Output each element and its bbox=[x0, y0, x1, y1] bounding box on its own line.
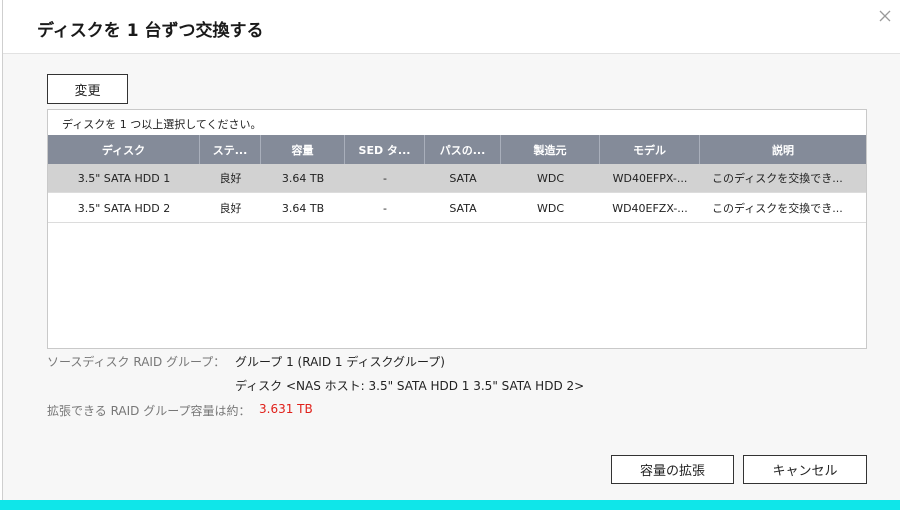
close-icon[interactable] bbox=[877, 8, 893, 24]
column-header-sed-type[interactable]: SED タ... bbox=[345, 135, 425, 164]
column-header-disk[interactable]: ディスク bbox=[48, 135, 200, 164]
cell-sed-type: - bbox=[383, 171, 387, 185]
cell-status: 良好 bbox=[219, 172, 242, 185]
selection-hint: ディスクを 1 つ以上選択してください。 bbox=[62, 118, 262, 131]
table-row[interactable]: 3.5" SATA HDD 2 良好 3.64 TB - SATA WDC WD… bbox=[48, 194, 866, 223]
cell-status: 良好 bbox=[219, 202, 242, 215]
cell-description: このディスクを交換でき... bbox=[712, 202, 843, 215]
expand-capacity-button[interactable]: 容量の拡張 bbox=[611, 455, 734, 484]
cell-sed-type: - bbox=[383, 201, 387, 215]
cell-model: WD40EFPX-... bbox=[612, 171, 688, 185]
cancel-button[interactable]: キャンセル bbox=[743, 455, 867, 484]
column-header-capacity[interactable]: 容量 bbox=[261, 135, 345, 164]
dialog-title: ディスクを 1 台ずつ交換する bbox=[37, 21, 264, 41]
dialog-header: ディスクを 1 台ずつ交換する bbox=[3, 0, 900, 54]
cell-description: このディスクを交換でき... bbox=[712, 172, 843, 185]
cell-bus: SATA bbox=[449, 201, 477, 215]
cell-capacity: 3.64 TB bbox=[281, 201, 325, 215]
replace-disk-dialog: ディスクを 1 台ずつ交換する 変更 ディスクを 1 つ以上選択してください。 … bbox=[2, 0, 900, 500]
column-header-vendor[interactable]: 製造元 bbox=[501, 135, 600, 164]
change-button[interactable]: 変更 bbox=[47, 74, 128, 104]
column-header-description[interactable]: 説明 bbox=[700, 135, 866, 164]
cell-model: WD40EFZX-... bbox=[612, 201, 688, 215]
cell-disk: 3.5" SATA HDD 2 bbox=[77, 201, 171, 215]
cell-bus: SATA bbox=[449, 171, 477, 185]
table-row[interactable]: 3.5" SATA HDD 1 良好 3.64 TB - SATA WDC WD… bbox=[48, 164, 866, 193]
disk-selection-panel: ディスクを 1 つ以上選択してください。 ディスク ステ... 容量 SED タ… bbox=[47, 109, 867, 349]
source-raid-value: グループ 1 (RAID 1 ディスクグループ) bbox=[235, 355, 445, 369]
table-header: ディスク ステ... 容量 SED タ... パスの... 製造元 モデル 説明 bbox=[48, 135, 866, 164]
cell-disk: 3.5" SATA HDD 1 bbox=[77, 171, 171, 185]
capacity-value: 3.631 TB bbox=[259, 402, 313, 416]
column-header-bus[interactable]: パスの... bbox=[425, 135, 501, 164]
bottom-accent-bar bbox=[0, 500, 900, 510]
cell-capacity: 3.64 TB bbox=[281, 171, 325, 185]
column-header-status[interactable]: ステ... bbox=[200, 135, 261, 164]
source-disks-value: ディスク <NAS ホスト: 3.5" SATA HDD 1 3.5" SATA… bbox=[235, 379, 585, 393]
cell-vendor: WDC bbox=[536, 201, 565, 215]
cell-vendor: WDC bbox=[536, 171, 565, 185]
column-header-model[interactable]: モデル bbox=[600, 135, 700, 164]
capacity-label: 拡張できる RAID グループ容量は約： bbox=[47, 404, 251, 418]
source-raid-label: ソースディスク RAID グループ： bbox=[47, 355, 226, 369]
